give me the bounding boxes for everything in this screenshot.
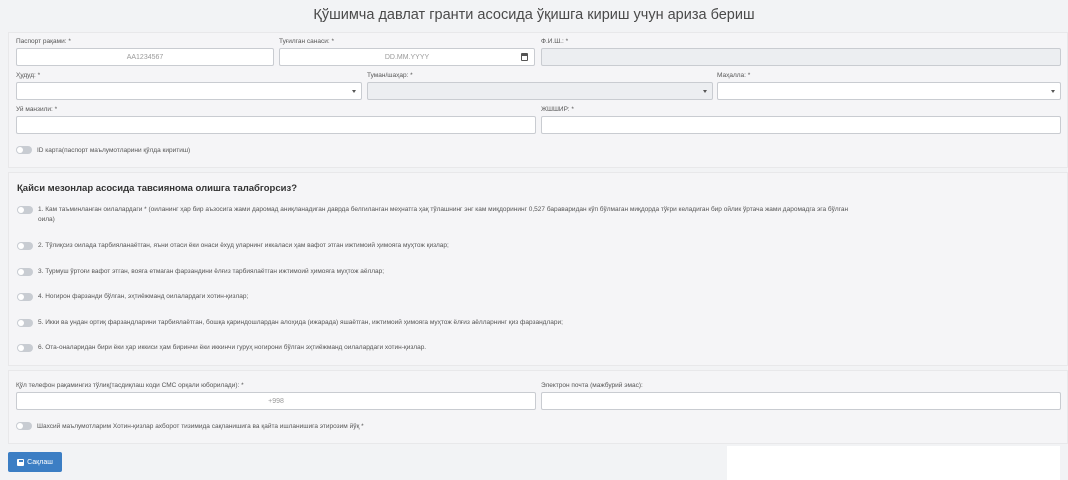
email-input[interactable] [541, 392, 1061, 410]
criteria-question: Қайси мезонлар асосида тавсиянома олишга… [17, 183, 297, 194]
chevron-down-icon [1051, 90, 1055, 93]
passport-input[interactable]: AA1234567 [16, 48, 274, 66]
pinfl-label: ЖШШИР: * [541, 106, 574, 113]
region-select[interactable] [16, 82, 362, 100]
birthdate-label: Туғилган санаси: * [279, 38, 334, 45]
chevron-down-icon [352, 90, 356, 93]
criteria-option-6[interactable]: 6. Ота-оналаридан бири ёки ҳар иккиси ҳа… [17, 343, 1057, 353]
criteria-toggle-3[interactable] [17, 268, 33, 276]
phone-input[interactable]: +998 [16, 392, 536, 410]
pinfl-input[interactable] [541, 116, 1061, 134]
phone-label: Қўл телефон рақамингиз тўлиқ(тасдиқлаш к… [16, 382, 244, 389]
criteria-toggle-4[interactable] [17, 293, 33, 301]
personal-info-panel: Паспорт рақами: * AA1234567 Туғилган сан… [8, 32, 1068, 168]
criteria-toggle-1[interactable] [17, 206, 33, 214]
mahalla-select[interactable] [717, 82, 1061, 100]
id-card-toggle-row[interactable]: ID карта(паспорт маълумотларини қўлда ки… [16, 146, 190, 154]
id-card-toggle-label: ID карта(паспорт маълумотларини қўлда ки… [37, 146, 191, 154]
criteria-option-2-label: 2. Тўлиқсиз оилада тарбияланаётган, яъни… [38, 242, 449, 249]
criteria-option-5[interactable]: 5. Икки ва ундан ортиқ фарзандларини тар… [17, 318, 1057, 328]
criteria-option-2[interactable]: 2. Тўлиқсиз оилада тарбияланаётган, яъни… [17, 241, 1057, 251]
consent-toggle[interactable] [16, 422, 32, 430]
consent-toggle-label: Шахсий маълумотларим Хотин-қизлар ахборо… [37, 422, 364, 430]
criteria-option-3-label: 3. Турмуш ўртоғи вафот этган, вояга етма… [38, 268, 385, 275]
save-button[interactable]: Сақлаш [8, 452, 62, 472]
district-label: Туман/шаҳар: * [367, 72, 413, 79]
email-label: Электрон почта (мажбурий эмас): [541, 382, 643, 389]
criteria-option-1-label: 1. Кам таъминланган оилалардаги * (оилан… [38, 206, 849, 223]
mahalla-label: Маҳалла: * [717, 72, 751, 79]
address-label: Уй манзили: * [16, 106, 58, 113]
criteria-option-3[interactable]: 3. Турмуш ўртоғи вафот этган, вояга етма… [17, 267, 1057, 277]
region-label: Ҳудуд: * [16, 72, 41, 79]
page-title: Қўшимча давлат гранти асосида ўқишга кир… [313, 7, 755, 23]
phone-placeholder: +998 [268, 397, 284, 405]
consent-toggle-row[interactable]: Шахсий маълумотларим Хотин-қизлар ахборо… [16, 422, 364, 430]
criteria-option-4-label: 4. Ногирон фарзанди бўлган, эҳтиёжманд о… [38, 293, 249, 300]
save-button-label: Сақлаш [27, 458, 53, 466]
criteria-panel: Қайси мезонлар асосида тавсиянома олишга… [8, 172, 1068, 366]
birthdate-input[interactable]: DD.MM.YYYY [279, 48, 535, 66]
criteria-toggle-6[interactable] [17, 344, 33, 352]
fio-input [541, 48, 1061, 66]
criteria-toggle-5[interactable] [17, 319, 33, 327]
criteria-option-1[interactable]: 1. Кам таъминланган оилалардаги * (оилан… [17, 205, 1057, 225]
fio-label: Ф.И.Ш.: * [541, 38, 569, 45]
calendar-icon[interactable] [521, 53, 528, 61]
criteria-toggle-2[interactable] [17, 242, 33, 250]
birthdate-placeholder: DD.MM.YYYY [384, 53, 430, 61]
footer-blank-area [727, 446, 1060, 480]
contact-panel: Қўл телефон рақамингиз тўлиқ(тасдиқлаш к… [8, 370, 1068, 444]
criteria-option-5-label: 5. Икки ва ундан ортиқ фарзандларини тар… [38, 319, 563, 326]
id-card-toggle[interactable] [16, 146, 32, 154]
criteria-option-6-label: 6. Ота-оналаридан бири ёки ҳар иккиси ҳа… [38, 344, 427, 351]
chevron-down-icon [703, 90, 707, 93]
passport-placeholder: AA1234567 [126, 53, 164, 61]
passport-label: Паспорт рақами: * [16, 38, 71, 45]
address-input[interactable] [16, 116, 536, 134]
district-select[interactable] [367, 82, 713, 100]
criteria-option-4[interactable]: 4. Ногирон фарзанди бўлган, эҳтиёжманд о… [17, 292, 1057, 302]
save-icon [17, 458, 25, 466]
